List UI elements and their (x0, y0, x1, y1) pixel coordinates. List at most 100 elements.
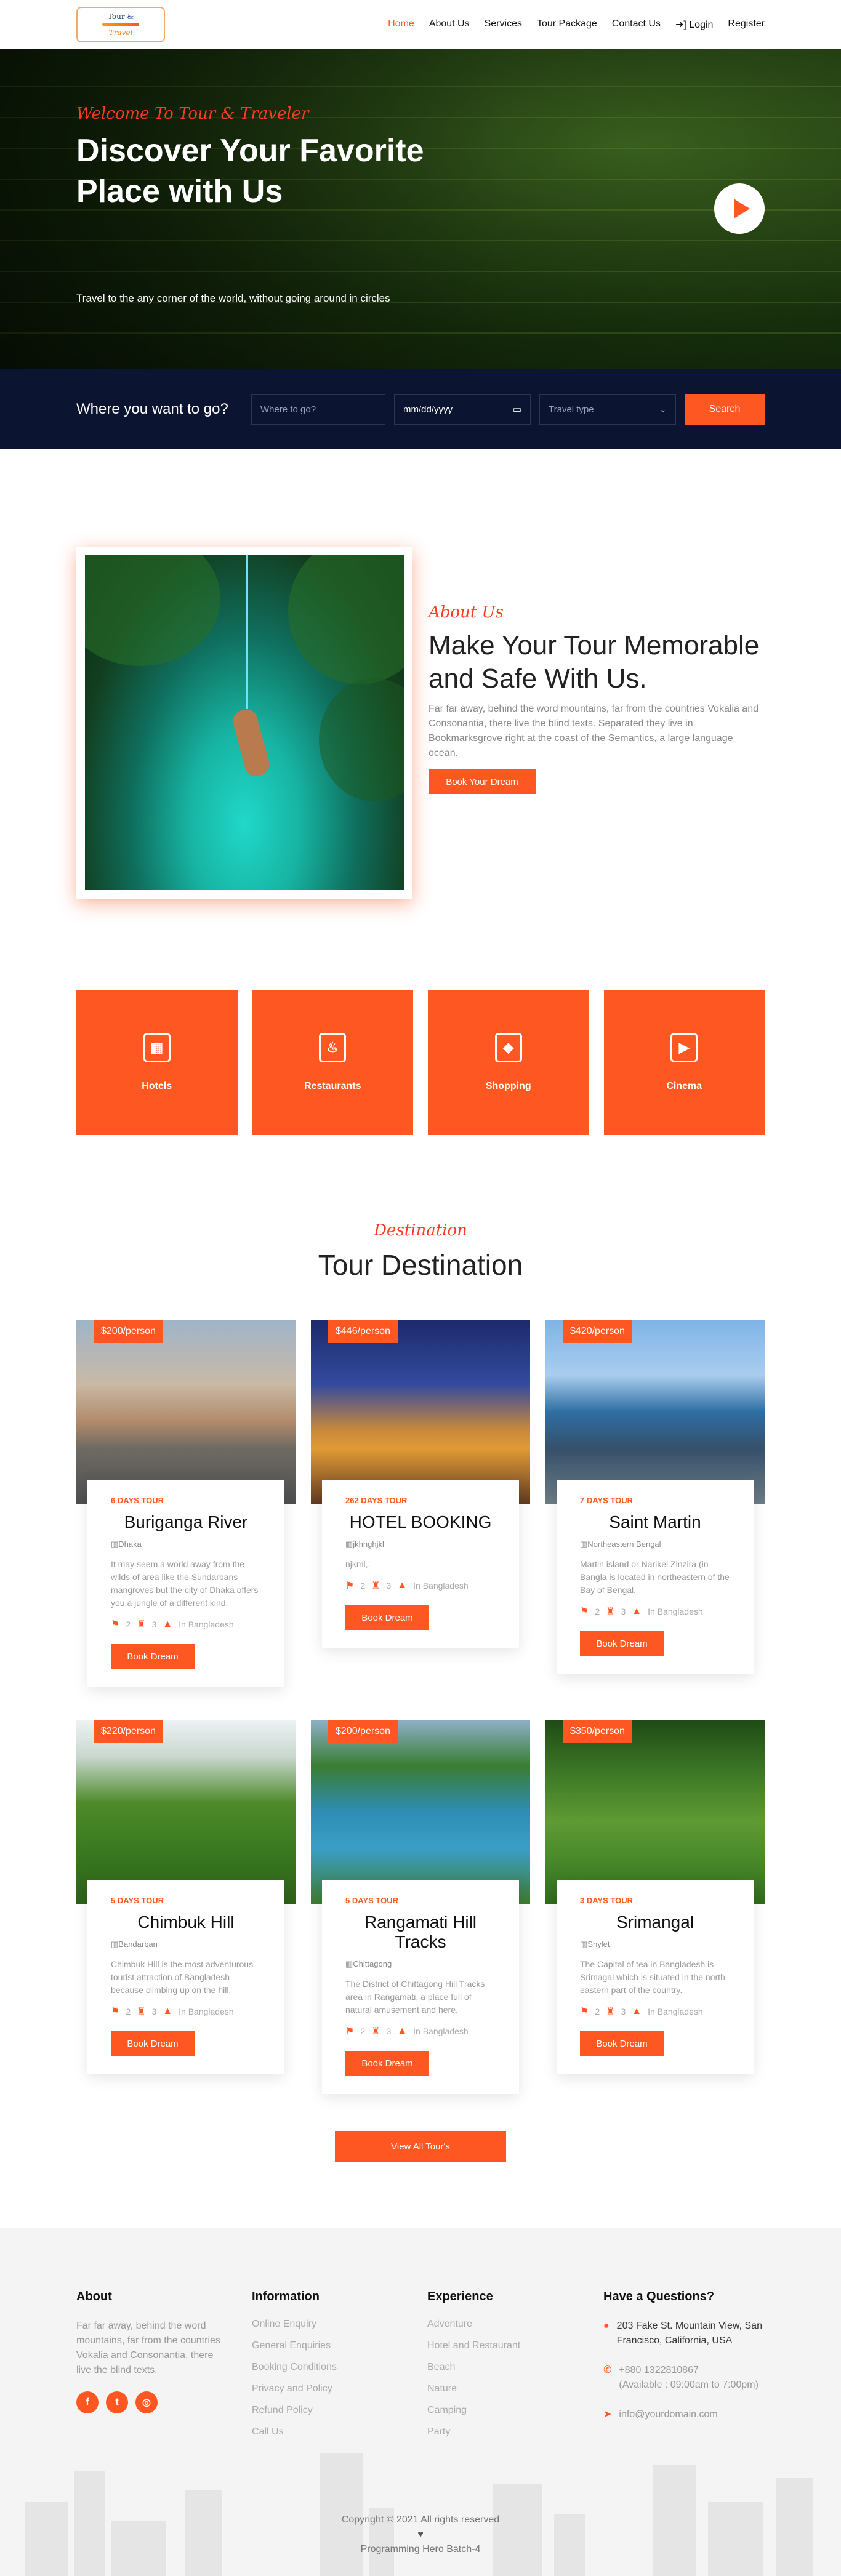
book-dream-button[interactable]: Book Dream (111, 2031, 195, 2056)
book-dream-button[interactable]: Book Dream (111, 1644, 195, 1669)
book-your-dream-button[interactable]: Book Your Dream (429, 769, 536, 794)
tour-card: $446/person 262 DAYS TOUR HOTEL BOOKING … (311, 1320, 530, 1648)
services-row: ▦ Hotels ♨ Restaurants ◆ Shopping ▶ Cine… (76, 990, 765, 1135)
destination-input[interactable]: Where to go? (251, 394, 385, 425)
bag-icon: ♜ (137, 1619, 146, 1630)
hero-banner: Welcome To Tour & Traveler Discover Your… (0, 49, 841, 369)
footer-address: ● 203 Fake St. Mountain View, San Franci… (603, 2319, 763, 2348)
view-all-tours-button[interactable]: View All Tour's (335, 2131, 506, 2162)
flag-icon: ⚑ (345, 2026, 355, 2037)
email-text: info@yourdomain.com (619, 2409, 718, 2420)
footer-link[interactable]: Call Us (252, 2426, 400, 2438)
flag-icon: ⚑ (111, 1619, 120, 1630)
search-button[interactable]: Search (685, 394, 765, 425)
book-dream-button[interactable]: Book Dream (580, 1631, 664, 1656)
nav-contact[interactable]: Contact Us (612, 18, 661, 31)
tour-meta: ⚑ 2 ♜ 3 ▲ In Bangladesh (111, 1618, 261, 1631)
service-shopping[interactable]: ◆ Shopping (428, 990, 589, 1135)
brand-logo[interactable]: Tour & Travel (76, 7, 165, 42)
footer-link[interactable]: Booking Conditions (252, 2362, 400, 2373)
tour-image: $350/person (545, 1720, 765, 1904)
bag-icon: ♜ (606, 2007, 615, 2017)
meta-where: In Bangladesh (648, 2007, 703, 2016)
service-hotels[interactable]: ▦ Hotels (76, 990, 238, 1135)
service-cinema[interactable]: ▶ Cinema (603, 990, 765, 1135)
map-icon: ▥ (111, 1539, 119, 1549)
footer-phone[interactable]: ✆ +880 1322810867 (Available : 09:00am to… (603, 2363, 763, 2393)
tour-days: 6 DAYS TOUR (111, 1496, 164, 1505)
book-dream-button[interactable]: Book Dream (345, 2051, 429, 2076)
nav-services[interactable]: Services (485, 18, 522, 31)
social-links: f t ◎ (76, 2391, 224, 2413)
nav-tour-package[interactable]: Tour Package (537, 18, 597, 31)
meta-where: In Bangladesh (648, 1607, 703, 1616)
footer-link[interactable]: Party (427, 2426, 575, 2438)
tour-meta: ⚑ 2 ♜ 3 ▲ In Bangladesh (345, 1579, 496, 1592)
footer-link[interactable]: General Enquiries (252, 2340, 400, 2351)
hero-welcome: Welcome To Tour & Traveler (76, 105, 309, 123)
instagram-icon[interactable]: ◎ (135, 2391, 158, 2413)
meta-count-1: 2 (360, 1581, 366, 1591)
phone-block: +880 1322810867 (Available : 09:00am to 7… (619, 2363, 759, 2393)
footer-about-title: About (76, 2290, 112, 2303)
footer-link[interactable]: Privacy and Policy (252, 2383, 400, 2394)
footer-link[interactable]: Refund Policy (252, 2405, 400, 2416)
about-kicker: About Us (429, 603, 504, 622)
meta-count-2: 3 (386, 2026, 392, 2036)
service-label: Cinema (666, 1081, 702, 1091)
tour-image: $200/person (76, 1320, 296, 1504)
nav-register[interactable]: Register (728, 18, 765, 31)
about-section: About Us Make Your Tour Memorable and Sa… (429, 603, 763, 794)
tour-description: The Capital of tea in Bangladesh is Srim… (580, 1959, 728, 1995)
hero-title: Discover Your Favorite Place with Us (76, 133, 424, 209)
tour-location: ▥Dhaka (111, 1539, 261, 1549)
footer-email[interactable]: ➤ info@yourdomain.com (603, 2407, 763, 2422)
service-restaurants[interactable]: ♨ Restaurants (252, 990, 413, 1135)
tour-name: Chimbuk Hill (137, 1912, 235, 1932)
twitter-icon[interactable]: t (106, 2391, 128, 2413)
price-badge: $420/person (563, 1320, 632, 1343)
meta-count-1: 2 (595, 1607, 600, 1616)
map-icon: ▥ (345, 1959, 353, 1968)
footer-link[interactable]: Adventure (427, 2319, 575, 2330)
tour-name: Srimangal (616, 1912, 694, 1932)
search-bar: Where you want to go? Where to go? mm/dd… (0, 369, 841, 449)
top-navbar: Tour & Travel Home About Us Services Tou… (0, 0, 841, 49)
footer-q-title: Have a Questions? (603, 2290, 715, 2303)
destination-kicker: Destination (374, 1221, 467, 1240)
tour-description: Chimbuk Hill is the most adventurous tou… (111, 1959, 254, 1995)
mountain-icon: ▲ (632, 1606, 642, 1616)
flag-icon: ⚑ (345, 1581, 355, 1591)
cinema-icon: ▶ (670, 1033, 698, 1062)
nav-home[interactable]: Home (388, 18, 414, 31)
tour-name: Buriganga River (124, 1512, 248, 1531)
tour-image: $200/person (311, 1720, 530, 1904)
footer-link[interactable]: Hotel and Restaurant (427, 2340, 575, 2351)
service-label: Restaurants (304, 1081, 361, 1091)
footer-link[interactable]: Online Enquiry (252, 2319, 400, 2330)
tour-card-body: 5 DAYS TOUR Chimbuk Hill ▥Bandarban Chim… (87, 1880, 284, 2074)
tour-days: 262 DAYS TOUR (345, 1496, 408, 1505)
footer-link[interactable]: Beach (427, 2362, 575, 2373)
footer-link[interactable]: Nature (427, 2383, 575, 2394)
footer-exp-title: Experience (427, 2290, 493, 2303)
facebook-icon[interactable]: f (76, 2391, 99, 2413)
date-input[interactable]: mm/dd/yyyy ▭ (394, 394, 531, 425)
copyright-block: Copyright © 2021 All rights reserved ♥ P… (0, 2514, 841, 2555)
travel-type-select[interactable]: Travel type ⌄ (539, 394, 676, 425)
footer-link[interactable]: Camping (427, 2405, 575, 2416)
book-dream-button[interactable]: Book Dream (580, 2031, 664, 2056)
mountain-icon: ▲ (632, 2006, 642, 2016)
nav-login[interactable]: ➜] Login (675, 18, 713, 31)
tour-card-body: 3 DAYS TOUR Srimangal ▥Shylet The Capita… (557, 1880, 754, 2074)
tour-card: $200/person 6 DAYS TOUR Buriganga River … (76, 1320, 296, 1687)
flag-icon: ⚑ (580, 1607, 589, 1617)
book-dream-button[interactable]: Book Dream (345, 1605, 429, 1630)
play-video-button[interactable] (714, 183, 765, 234)
tour-image: $220/person (76, 1720, 296, 1904)
tour-card: $220/person 5 DAYS TOUR Chimbuk Hill ▥Ba… (76, 1720, 296, 2074)
nav-menu: Home About Us Services Tour Package Cont… (388, 18, 765, 31)
nav-about[interactable]: About Us (429, 18, 470, 31)
footer-information: Information Online Enquiry General Enqui… (252, 2290, 400, 2448)
location-pin-icon: ● (603, 2321, 610, 2331)
